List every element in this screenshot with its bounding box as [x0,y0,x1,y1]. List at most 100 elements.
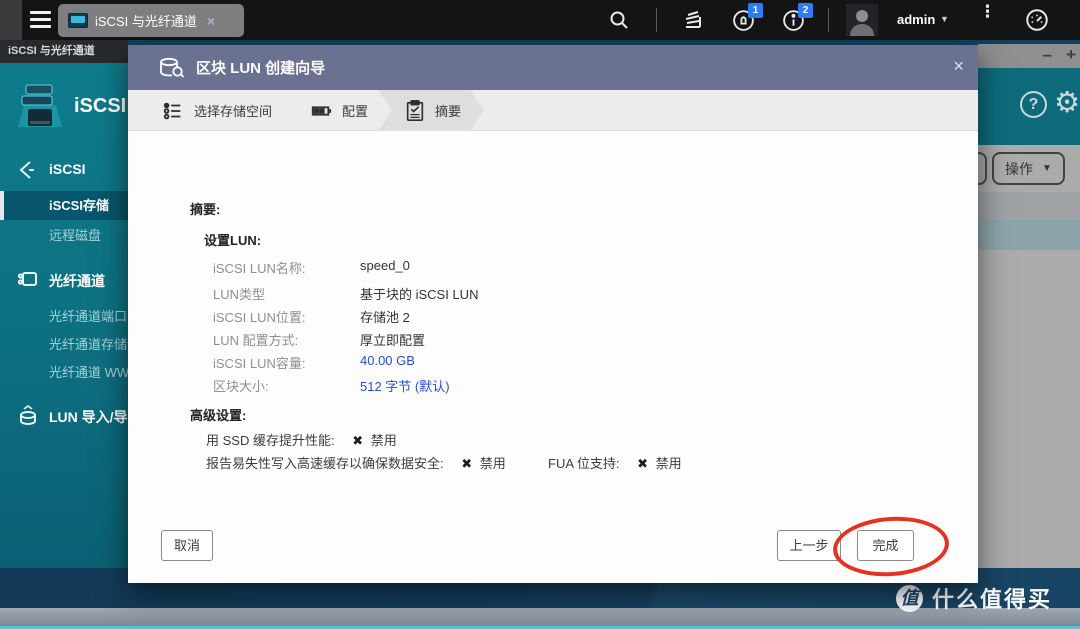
kebab-menu-icon[interactable]: ⋮ [979,3,996,20]
adv-label: 报告易失性写入高速缓存以确保数据安全: [206,456,444,471]
smzdm-watermark: 值 什么值得买 [896,583,1080,613]
window-title: iSCSI 与光纤通道 [0,40,128,63]
maximize-icon[interactable]: + [1066,45,1076,65]
topbar-divider [656,8,657,32]
table-row [978,220,1080,250]
sidebar-item-fc-wwpn[interactable]: 光纤通道 WWPN [49,362,128,381]
adv-value: 禁用 [655,456,682,471]
notifications-badge: 1 [748,3,763,18]
adv-value: 禁用 [370,433,397,448]
row-label: LUN 配置方式: [213,333,299,348]
row-label: iSCSI LUN容量: [213,356,306,371]
step-label: 配置 [342,104,369,119]
row-label: 区块大小: [213,379,269,394]
wizard-title: 区块 LUN 创建向导 [196,60,326,77]
adv-value: 禁用 [479,456,506,471]
topbar-left-strip [0,0,22,40]
cancel-button[interactable]: 取消 [161,530,213,561]
disabled-x-icon: ✖ [352,433,364,448]
row-value: speed_0 [360,258,410,273]
app-tab-label: iSCSI 与光纤通道 [95,14,197,29]
sidebar-item-fc-port[interactable]: 光纤通道端口 [49,306,127,325]
summary-row: iSCSI LUN名称: speed_0 [128,258,978,281]
sidebar-section-fibre-channel[interactable]: 光纤通道 [49,271,105,291]
tab-close-icon[interactable]: × [207,13,215,29]
events-badge: 2 [798,3,813,18]
action-caret-icon: ▼ [1042,163,1052,174]
adv-label: FUA 位支持: [548,456,620,471]
step-label: 摘要 [435,104,462,119]
smzdm-text: 什么值得买 [932,587,1053,612]
summary-row: iSCSI LUN位置: 存储池 2 [128,307,978,330]
step-storage-icon [163,102,181,119]
sidebar-section-iscsi[interactable]: iSCSI [49,161,86,177]
top-bar: iSCSI 与光纤通道 × 1 2 admin ▼ ⋮ [0,0,1080,40]
finish-button[interactable]: 完成 [857,530,914,561]
summary-row: LUN 配置方式: 厚立即配置 [128,330,978,353]
app-header-band: ? ⚙ [978,68,1080,145]
adv-ssd-row: 用 SSD 缓存提升性能: ✖ 禁用 [206,430,397,449]
adv-fua-row: FUA 位支持: ✖ 禁用 [548,453,682,472]
main-menu-icon[interactable] [30,11,51,28]
step-summary-active: 摘要 [378,90,484,131]
wizard-summary-body: 摘要: 设置LUN: iSCSI LUN名称: speed_0 LUN类型 基于… [128,131,978,583]
lun-settings-heading: 设置LUN: [204,233,262,248]
disabled-x-icon: ✖ [461,456,473,471]
adv-report-row: 报告易失性写入高速缓存以确保数据安全: ✖ 禁用 [206,453,506,472]
app-tab-iscsi[interactable]: iSCSI 与光纤通道 × [58,4,244,37]
selected-indicator [0,191,4,220]
minimize-icon[interactable]: – [1043,45,1052,65]
row-label: iSCSI LUN名称: [213,261,306,276]
summary-row: 区块大小: 512 字节 (默认) [128,376,978,399]
action-dropdown-button[interactable]: 操作 ▼ [992,152,1065,185]
resource-monitor-icon[interactable] [1024,7,1050,38]
topbar-divider [828,8,829,32]
background-content: 操作 ▼ [960,145,1080,568]
row-label: LUN类型 [213,287,266,302]
step-config-icon [311,105,332,116]
summary-row: LUN类型 基于块的 iSCSI LUN [128,284,978,307]
step-label: 选择存储空间 [194,104,273,119]
step-configure: 配置 [310,90,368,131]
sidebar-app-title: iSCSI [74,95,127,117]
sidebar-app-icon [18,84,62,127]
fibre-channel-section-icon [17,272,37,286]
wizard-header: 区块 LUN 创建向导 × [128,45,978,90]
step-summary-icon [405,100,425,122]
admin-menu-label[interactable]: admin [897,12,935,27]
background-tasks-icon[interactable] [681,8,705,37]
search-icon[interactable] [607,8,631,37]
sidebar-item-fc-storage[interactable]: 光纤通道存储 [49,334,127,353]
wizard-close-icon[interactable]: × [953,56,964,77]
wizard-title-icon [160,57,185,78]
sidebar: iSCSI iSCSI iSCSI存储 远程磁盘 光纤通道 光纤通道端口 光纤通… [0,63,128,568]
sidebar-item-remote-disk[interactable]: 远程磁盘 [49,225,101,244]
smzdm-logo: 值 [896,584,923,612]
sidebar-item-label: iSCSI存储 [49,198,109,213]
block-lun-wizard-dialog: 区块 LUN 创建向导 × 选择存储空间 配置 摘要 摘要: 设置LUN: iS… [128,45,978,583]
admin-caret-icon[interactable]: ▼ [940,14,949,24]
step-select-storage: 选择存储空间 [162,90,272,131]
row-value: 存储池 2 [360,310,410,325]
row-value: 厚立即配置 [360,333,426,348]
adv-label: 用 SSD 缓存提升性能: [206,433,335,448]
disabled-x-icon: ✖ [637,456,649,471]
action-button-label: 操作 [1005,160,1034,177]
help-icon[interactable]: ? [1020,91,1047,118]
row-value: 基于块的 iSCSI LUN [360,287,479,302]
row-value: 40.00 GB [360,353,415,368]
sidebar-item-iscsi-storage[interactable]: iSCSI存储 [0,191,128,220]
summary-row: iSCSI LUN容量: 40.00 GB [128,353,978,376]
settings-gear-icon[interactable]: ⚙ [1054,85,1080,120]
row-value: 512 字节 (默认) [360,379,450,394]
lun-import-export-icon [20,405,36,426]
row-label: iSCSI LUN位置: [213,310,306,325]
table-row [978,192,1080,220]
window-controls: – + [978,44,1080,68]
app-tab-icon [68,13,88,28]
advanced-heading: 高级设置: [190,408,247,423]
sidebar-section-lun-import-export[interactable]: LUN 导入/导出 [49,407,128,427]
iscsi-section-icon [19,161,34,179]
back-button[interactable]: 上一步 [777,530,841,561]
user-avatar[interactable] [846,4,878,36]
